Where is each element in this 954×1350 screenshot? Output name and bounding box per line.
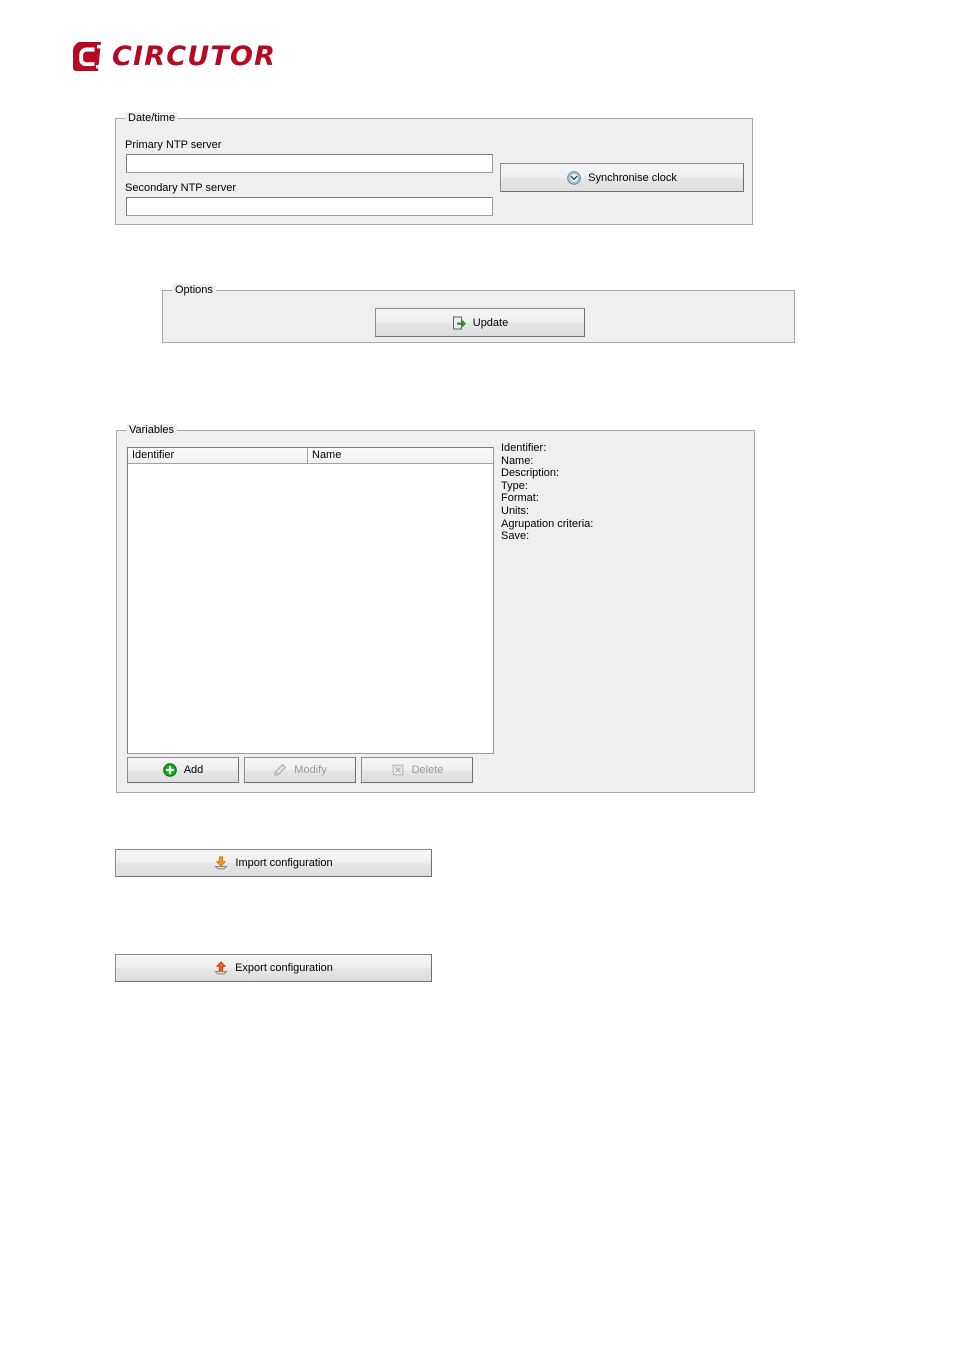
delete-variable-button[interactable]: Delete bbox=[361, 757, 473, 783]
synchronise-clock-button[interactable]: Synchronise clock bbox=[500, 163, 744, 192]
secondary-ntp-input[interactable] bbox=[126, 197, 493, 216]
detail-identifier: Identifier: bbox=[501, 442, 547, 454]
datetime-panel: Date/time Primary NTP server Secondary N… bbox=[115, 112, 753, 225]
delete-icon bbox=[391, 763, 405, 777]
primary-ntp-input[interactable] bbox=[126, 154, 493, 173]
detail-format: Format: bbox=[501, 492, 539, 505]
column-header-identifier[interactable]: Identifier bbox=[128, 448, 308, 463]
synchronise-clock-label: Synchronise clock bbox=[588, 171, 677, 184]
modify-variable-button[interactable]: Modify bbox=[244, 757, 356, 783]
import-configuration-label: Import configuration bbox=[235, 857, 333, 869]
datetime-panel-legend: Date/time bbox=[125, 112, 179, 124]
detail-save: Save: bbox=[501, 530, 530, 543]
variables-listview-body[interactable] bbox=[128, 464, 493, 753]
secondary-ntp-label: Secondary NTP server bbox=[125, 182, 237, 194]
add-variable-label: Add bbox=[183, 764, 204, 776]
variable-details: Identifier: Name: Description: Type: For… bbox=[501, 442, 593, 543]
detail-type: Type: bbox=[501, 479, 528, 492]
variables-listview[interactable]: Identifier Name bbox=[127, 447, 494, 754]
detail-description: Description: bbox=[501, 467, 560, 480]
options-panel-legend: Options bbox=[172, 284, 216, 296]
update-button[interactable]: Update bbox=[375, 308, 585, 337]
detail-units: Units: bbox=[501, 504, 530, 517]
clock-icon bbox=[567, 170, 581, 185]
options-panel: Options Update bbox=[162, 284, 795, 343]
pencil-icon bbox=[273, 763, 287, 777]
import-configuration-button[interactable]: Import configuration bbox=[115, 849, 432, 877]
variables-panel: Variables Identifier Name Identifier: Na… bbox=[116, 424, 755, 793]
export-configuration-label: Export configuration bbox=[235, 962, 333, 974]
export-configuration-button[interactable]: Export configuration bbox=[115, 954, 432, 982]
variables-listview-header: Identifier Name bbox=[128, 448, 493, 464]
variables-panel-legend: Variables bbox=[126, 424, 178, 436]
plus-circle-icon bbox=[162, 763, 177, 777]
brand-name: CIRCUTOR bbox=[112, 41, 277, 72]
detail-agrupation-criteria: Agrupation criteria: bbox=[501, 517, 594, 530]
primary-ntp-label: Primary NTP server bbox=[125, 139, 222, 151]
delete-variable-label: Delete bbox=[411, 764, 444, 776]
update-arrow-document-icon bbox=[452, 316, 466, 330]
circutor-logo: CIRCUTOR bbox=[72, 40, 276, 73]
add-variable-button[interactable]: Add bbox=[127, 757, 239, 783]
export-up-arrow-icon bbox=[214, 961, 228, 975]
circutor-c-mark-icon bbox=[72, 40, 105, 73]
detail-name: Name: bbox=[501, 454, 534, 467]
update-label: Update bbox=[472, 316, 509, 329]
modify-variable-label: Modify bbox=[294, 764, 327, 776]
import-down-arrow-icon bbox=[214, 856, 228, 870]
column-header-name[interactable]: Name bbox=[308, 448, 493, 463]
